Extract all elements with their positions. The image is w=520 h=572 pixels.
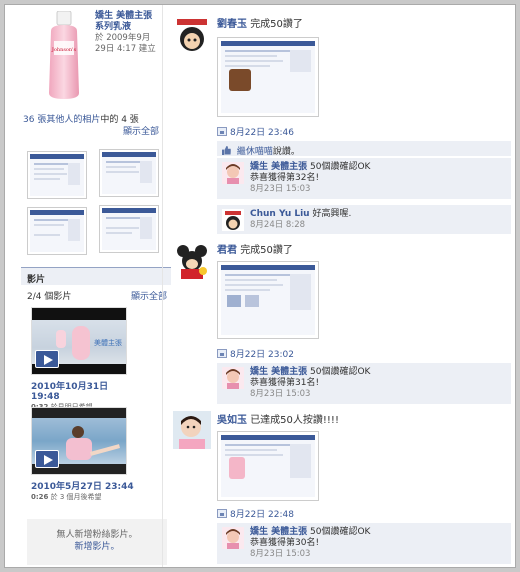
tagged-photo-thumb[interactable]	[99, 149, 159, 197]
post-meta: 8月22日 23:46	[217, 125, 294, 138]
page-frame: Johnson's 嬌生 美體主張 系列乳液 於 2009年9月 29日 4:1…	[4, 4, 516, 568]
post-header: 吳如玉 已達成50人按讚!!!!	[217, 411, 339, 426]
videos-section-header: 影片	[21, 267, 171, 285]
post-meta: 8月22日 22:48	[217, 507, 294, 520]
comment: 嬌生 美體主張 50個讚確認OK 恭喜獲得第32名! 8月23日 15:03	[217, 158, 511, 200]
commenter-name[interactable]: 嬌生 美體主張	[250, 527, 307, 537]
left-column: Johnson's 嬌生 美體主張 系列乳液 於 2009年9月 29日 4:1…	[15, 5, 171, 567]
photo-icon	[217, 509, 227, 518]
wall-post: 劉春玉 完成50讚了 8月22日 23:46 繼休喵喵說讚。 嬌生 美體主張 5…	[173, 15, 513, 235]
comment: 嬌生 美體主張 50個讚確認OK 恭喜獲得第31名! 8月23日 15:03	[217, 363, 511, 405]
comment-time: 8月23日 15:03	[250, 549, 311, 559]
photo-icon	[217, 127, 227, 136]
like-row: 繼休喵喵說讚。	[217, 141, 511, 157]
comment-time: 8月23日 15:03	[250, 184, 311, 194]
show-all-photos-link[interactable]: 顯示全部	[123, 126, 159, 138]
like-suffix: 說讚。	[272, 147, 300, 157]
post-header: 劉春玉 完成50讚了	[217, 15, 303, 30]
no-fan-videos-box: 無人新增粉絲影片。 新增影片。	[27, 519, 167, 565]
videos-count-row: 2/4 個影片 顯示全部	[27, 289, 167, 302]
video-brand-text: 美體主張	[94, 339, 122, 347]
tagged-photo-thumb[interactable]	[27, 151, 87, 199]
post-action: 完成50讚了	[240, 245, 293, 256]
avatar[interactable]	[173, 15, 211, 53]
video-thumbnail[interactable]: 美體主張	[31, 307, 127, 375]
tagged-count-link[interactable]: 36 張其他人的相片	[23, 115, 100, 125]
tagged-photo-thumb[interactable]	[99, 205, 159, 253]
post-time[interactable]: 8月22日 22:48	[230, 510, 294, 520]
commenter-avatar[interactable]	[222, 162, 244, 184]
tagged-photo-thumb[interactable]	[27, 207, 87, 255]
post-author[interactable]: 劉春玉	[217, 19, 247, 30]
video-duration: 0:26	[31, 493, 49, 501]
like-name[interactable]: 繼休喵喵	[237, 147, 273, 157]
video-note: 於 3 個月後希望	[50, 493, 102, 501]
post-time[interactable]: 8月22日 23:02	[230, 350, 294, 360]
tagged-photo-grid	[23, 147, 167, 262]
post-time[interactable]: 8月22日 23:46	[230, 128, 294, 138]
video-date[interactable]: 2010年10月31日 19:48	[31, 379, 135, 402]
bottle-brand-text: Johnson's	[51, 47, 77, 53]
post-action: 已達成50人按讚!!!!	[250, 415, 339, 426]
tagged-photos: 36 張其他人的相片中的 4 張 顯示全部	[23, 114, 165, 137]
commenter-avatar[interactable]	[222, 367, 244, 389]
video-item[interactable]: 美體主張 2010年10月31日 19:48 0:32 於見明日希望	[31, 307, 135, 412]
video-item[interactable]: 2010年5月27日 23:44 0:26 於 3 個月後希望	[31, 407, 135, 502]
commenter-name[interactable]: 嬌生 美體主張	[250, 367, 307, 377]
product-title[interactable]: 嬌生 美體主張 系列乳液	[95, 11, 167, 33]
no-fan-videos-text: 無人新增粉絲影片。	[56, 530, 138, 540]
comment-text: 好高興喔.	[312, 209, 352, 219]
video-thumbnail[interactable]	[31, 407, 127, 475]
wall-post: 吳如玉 已達成50人按讚!!!! 8月22日 22:48 嬌生 美體主張 50個…	[173, 411, 513, 567]
commenter-name[interactable]: 嬌生 美體主張	[250, 162, 307, 172]
product-title-block: 嬌生 美體主張 系列乳液 於 2009年9月 29日 4:17 建立	[95, 11, 167, 55]
post-photo[interactable]	[217, 37, 319, 117]
post-author[interactable]: 君君	[217, 245, 237, 256]
post-header: 君君 完成50讚了	[217, 241, 293, 256]
column-divider	[162, 5, 163, 567]
post-author[interactable]: 吳如玉	[217, 415, 247, 426]
comment-time: 8月23日 15:03	[250, 389, 311, 399]
play-icon[interactable]	[35, 450, 59, 468]
avatar[interactable]	[173, 411, 211, 449]
add-video-link[interactable]: 新增影片。	[27, 541, 167, 553]
comment: 嬌生 美體主張 50個讚確認OK 恭喜獲得第30名! 8月23日 15:03	[217, 523, 511, 565]
play-icon[interactable]	[35, 350, 59, 368]
post-action: 完成50讚了	[250, 19, 303, 30]
like-thumb-icon	[222, 146, 231, 155]
post-photo[interactable]	[217, 261, 319, 339]
commenter-name[interactable]: Chun Yu Liu	[250, 209, 310, 219]
video-meta: 0:26 於 3 個月後希望	[31, 492, 135, 502]
product-card: Johnson's 嬌生 美體主張 系列乳液 於 2009年9月 29日 4:1…	[23, 9, 163, 109]
videos-count: 2/4 個影片	[27, 292, 72, 302]
commenter-avatar[interactable]	[222, 209, 244, 231]
comment: Chun Yu Liu 好高興喔. 8月24日 8:28	[217, 205, 511, 235]
commenter-avatar[interactable]	[222, 527, 244, 549]
video-date[interactable]: 2010年5月27日 23:44	[31, 479, 135, 492]
photo-icon	[217, 349, 227, 358]
comment-time: 8月24日 8:28	[250, 220, 306, 230]
product-created-meta: 於 2009年9月 29日 4:17 建立	[95, 33, 156, 54]
avatar[interactable]	[173, 241, 211, 279]
lotion-bottle-image[interactable]: Johnson's	[45, 11, 83, 101]
post-meta: 8月22日 23:02	[217, 347, 294, 360]
post-photo[interactable]	[217, 431, 319, 501]
wall-post: 君君 完成50讚了 8月22日 23:02 嬌生 美體主張 50個讚確認OK 恭…	[173, 241, 513, 405]
tagged-count-rest: 中的 4 張	[100, 115, 139, 125]
wall-feed: 劉春玉 完成50讚了 8月22日 23:46 繼休喵喵說讚。 嬌生 美體主張 5…	[173, 5, 513, 567]
